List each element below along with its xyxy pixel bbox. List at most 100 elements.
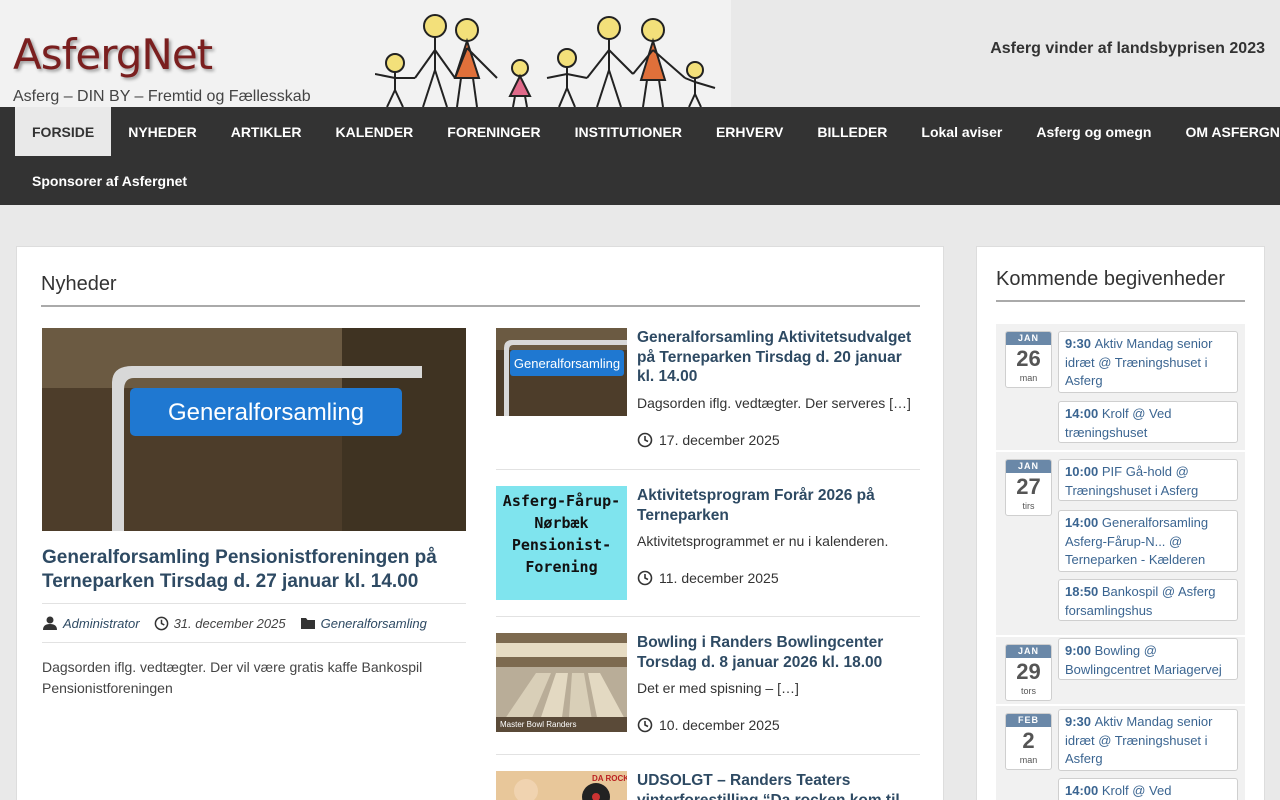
post-date: 11. december 2025 (659, 570, 779, 586)
post-thumbnail-text: Asferg-Fårup-Nørbæk Pensionist-Forening (502, 492, 621, 576)
news-post: Generalforsamling Generalforsamling Akti… (496, 328, 920, 470)
event-item[interactable]: 14:00 Generalforsamling Asferg-Fårup-N..… (1058, 510, 1238, 572)
folder-icon (300, 618, 315, 629)
post-thumbnail-text: Generalforsamling (514, 356, 620, 371)
nav-item-lokal-aviser[interactable]: Lokal aviser (904, 107, 1019, 156)
event-weekday: tors (1020, 686, 1036, 696)
featured-post-title[interactable]: Generalforsamling Pensionistforeningen p… (42, 546, 466, 594)
children-drawing-logo (375, 14, 716, 107)
post-date: 31. december 2025 (173, 615, 286, 631)
clock-icon (637, 717, 653, 733)
nav-row-1: FORSIDE NYHEDER ARTIKLER KALENDER FORENINGER… (15, 107, 1280, 156)
event-weekday: man (1019, 755, 1038, 765)
event-day-number: 29 (1016, 659, 1041, 684)
nav-item-billeder[interactable]: BILLEDER (800, 107, 904, 156)
event-item[interactable]: 9:30 Aktiv Mandag senior idræt @ Træning… (1058, 331, 1238, 393)
clock-icon (154, 616, 168, 630)
widget-title: Kommende begivenheder (996, 268, 1226, 290)
post-excerpt: Det er med spisning – […] (637, 680, 799, 696)
site-tagline: Asferg – DIN BY – Fremtid og Fællesskab (13, 88, 311, 105)
event-month: JAN (1006, 460, 1051, 473)
post-divider (496, 469, 920, 470)
post-thumbnail[interactable]: Generalforsamling (496, 328, 627, 416)
user-icon (43, 616, 57, 630)
event-month: JAN (1006, 332, 1051, 345)
post-date-row: 17. december 2025 (637, 432, 780, 448)
event-weekday: tirs (1022, 501, 1035, 511)
event-day-group: JAN 29 tors 9:00 Bowling @ Bowlingcentret M… (996, 637, 1245, 704)
post-title[interactable]: Bowling i Randers Bowlingcenter Torsdag … (637, 633, 920, 672)
nav-item-nyheder[interactable]: NYHEDER (111, 107, 213, 156)
site-banner[interactable]: AsfergNet Asferg – DIN BY – Fremtid og F… (0, 0, 731, 107)
featured-post-excerpt: Dagsorden iflg. vedtægter. Der vil være … (42, 659, 423, 696)
site-header: AsfergNet Asferg – DIN BY – Fremtid og F… (0, 0, 1280, 107)
event-date-badge: JAN 29 tors (1005, 644, 1052, 701)
post-title[interactable]: Generalforsamling Aktivitetsudvalget på … (637, 328, 920, 387)
event-item[interactable]: 10:00 PIF Gå-hold @ Træningshuset i Asfe… (1058, 459, 1238, 501)
event-time: 10:00 (1065, 464, 1102, 479)
post-excerpt: Dagsorden iflg. vedtægter. Der serveres … (637, 395, 911, 411)
nav-item-foreninger[interactable]: FORENINGER (430, 107, 557, 156)
section-divider (41, 305, 920, 307)
event-day-number: 26 (1016, 346, 1041, 371)
event-time: 14:00 (1065, 406, 1102, 421)
event-time: 14:00 (1065, 783, 1102, 798)
event-item[interactable]: 9:00 Bowling @ Bowlingcentret Mariagerve… (1058, 638, 1238, 680)
post-title[interactable]: UDSOLGT – Randers Teaters vinterforestil… (637, 771, 920, 800)
post-thumbnail-text: DA ROCKEN (592, 774, 627, 783)
event-month: FEB (1006, 714, 1051, 727)
section-title: Nyheder (41, 273, 117, 295)
nav-item-artikler[interactable]: ARTIKLER (214, 107, 319, 156)
clock-icon (637, 432, 653, 448)
nav-item-sponsorer-af-asfergnet[interactable]: Sponsorer af Asfergnet (15, 156, 204, 205)
event-item[interactable]: 18:50 Bankospil @ Asferg forsamlingshus (1058, 579, 1238, 621)
nav-row-2: Sponsorer af Asfergnet (15, 156, 204, 205)
main-navigation: FORSIDE NYHEDER ARTIKLER KALENDER FORENINGER… (0, 107, 1280, 205)
event-date-badge: JAN 27 tirs (1005, 459, 1052, 516)
event-time: 14:00 (1065, 515, 1102, 530)
widget-divider (996, 300, 1245, 302)
event-month: JAN (1006, 645, 1051, 658)
event-time: 9:30 (1065, 336, 1095, 351)
news-post: DA ROCKEN UDSOLGT – Randers Teaters vint… (496, 771, 920, 800)
event-day-group: JAN 26 man 9:30 Aktiv Mandag senior idræt @… (996, 324, 1245, 450)
event-day-number: 27 (1016, 474, 1041, 499)
nav-item-institutioner[interactable]: INSTITUTIONER (558, 107, 699, 156)
event-item[interactable]: 14:00 Krolf @ Ved (1058, 778, 1238, 800)
post-date: 10. december 2025 (659, 717, 780, 733)
post-divider (496, 754, 920, 755)
post-divider (496, 616, 920, 617)
event-item[interactable]: 14:00 Krolf @ Ved træningshuset (1058, 401, 1238, 443)
event-time: 9:00 (1065, 643, 1095, 658)
nav-item-kalender[interactable]: KALENDER (318, 107, 430, 156)
event-day-number: 2 (1022, 728, 1035, 753)
header-notice[interactable]: Asferg vinder af landsbyprisen 2023 (990, 40, 1265, 58)
event-time: 9:30 (1065, 714, 1095, 729)
post-date: 17. december 2025 (659, 432, 780, 448)
nav-item-erhverv[interactable]: ERHVERV (699, 107, 800, 156)
event-time: 18:50 (1065, 584, 1102, 599)
post-category[interactable]: Generalforsamling (321, 616, 427, 631)
post-thumbnail[interactable]: DA ROCKEN (496, 771, 627, 800)
post-author[interactable]: Administrator (63, 616, 140, 631)
site-title[interactable]: AsfergNet (13, 30, 213, 79)
event-date-badge: JAN 26 man (1005, 331, 1052, 388)
upcoming-events-widget: Kommende begivenheder JAN 26 man 9:30 Aktiv… (976, 246, 1265, 800)
nav-item-forside[interactable]: FORSIDE (15, 107, 112, 156)
event-title: Krolf @ Ved (1101, 783, 1172, 798)
post-thumbnail-text: Master Bowl Randers (500, 720, 576, 729)
post-title[interactable]: Aktivitetsprogram Forår 2026 på Ternepar… (637, 486, 920, 525)
featured-image[interactable]: Generalforsamling (42, 328, 466, 531)
featured-post-meta: Administrator 31. december 2025 Generalf… (42, 603, 466, 643)
nav-item-om-asfergnet[interactable]: OM ASFERGNET (1168, 107, 1280, 156)
post-thumbnail[interactable]: Asferg-Fårup-Nørbæk Pensionist-Forening (496, 486, 627, 600)
event-item[interactable]: 9:30 Aktiv Mandag senior idræt @ Træning… (1058, 709, 1238, 771)
event-weekday: man (1019, 373, 1038, 383)
news-section: Nyheder Generalforsamling Generalforsaml… (16, 246, 944, 800)
nav-item-asferg-og-omegn[interactable]: Asferg og omegn (1019, 107, 1168, 156)
clock-icon (637, 570, 653, 586)
post-thumbnail[interactable]: Master Bowl Randers (496, 633, 627, 732)
post-date-row: 11. december 2025 (637, 570, 779, 586)
event-day-group: JAN 27 tirs 10:00 PIF Gå-hold @ Træningshus… (996, 452, 1245, 635)
post-date-row: 10. december 2025 (637, 717, 780, 733)
